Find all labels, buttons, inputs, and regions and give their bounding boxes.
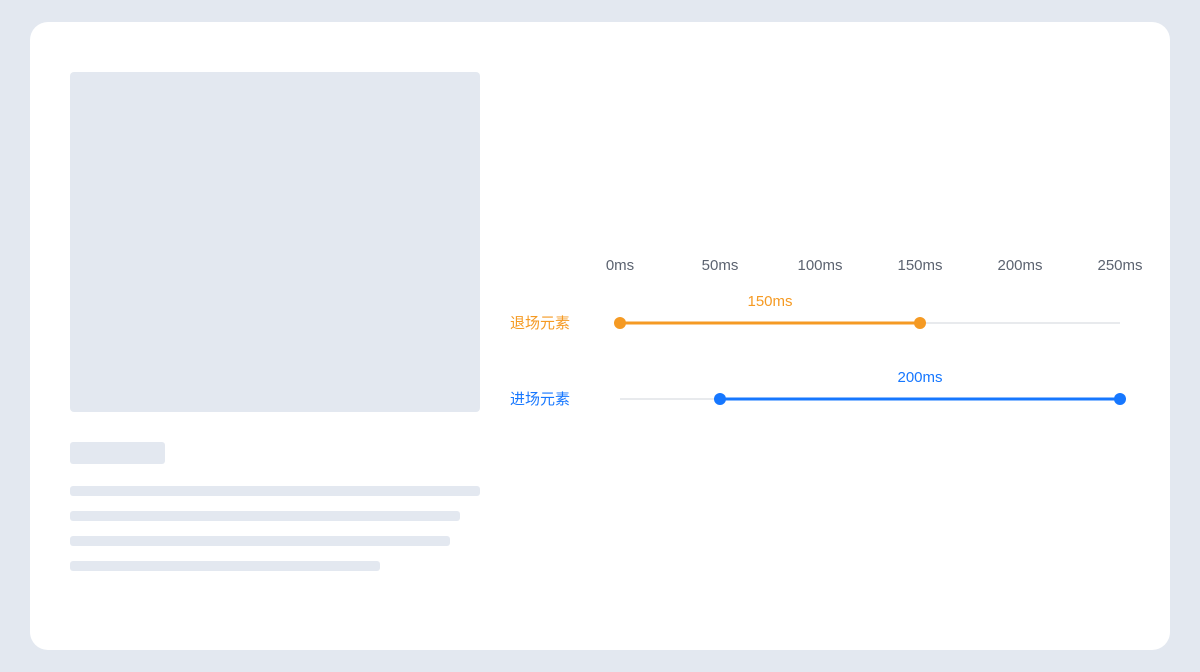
axis-tick: 0ms <box>606 257 634 274</box>
axis-tick: 50ms <box>702 257 739 274</box>
text-line-placeholder <box>70 536 450 546</box>
axis-tick: 100ms <box>797 257 842 274</box>
axis-tick: 150ms <box>897 257 942 274</box>
enter-duration-label: 200ms <box>897 369 942 386</box>
exit-end-dot <box>914 317 926 329</box>
enter-bar <box>720 397 1120 400</box>
diagram-card: 0ms 50ms 100ms 150ms 200ms 250ms 退场元素 15… <box>30 22 1170 650</box>
exit-start-dot <box>614 317 626 329</box>
title-placeholder <box>70 442 165 464</box>
row-label-enter: 进场元素 <box>510 388 620 409</box>
timeline-row-enter: 进场元素 200ms <box>510 388 1120 409</box>
text-line-placeholder <box>70 511 460 521</box>
timeline-track: 200ms <box>620 391 1120 407</box>
timeline-track: 150ms <box>620 315 1120 331</box>
timeline-pane: 0ms 50ms 100ms 150ms 200ms 250ms 退场元素 15… <box>490 22 1170 650</box>
text-placeholder-group <box>70 486 460 586</box>
exit-duration-label: 150ms <box>747 293 792 310</box>
row-label-exit: 退场元素 <box>510 312 620 333</box>
timeline-area: 0ms 50ms 100ms 150ms 200ms 250ms 退场元素 15… <box>510 257 1120 409</box>
enter-start-dot <box>714 393 726 405</box>
axis-tick: 200ms <box>997 257 1042 274</box>
left-mock-pane <box>30 22 490 650</box>
enter-end-dot <box>1114 393 1126 405</box>
exit-bar <box>620 321 920 324</box>
axis-tick: 250ms <box>1097 257 1142 274</box>
text-line-placeholder <box>70 561 380 571</box>
timeline-row-exit: 退场元素 150ms <box>510 312 1120 333</box>
image-placeholder <box>70 72 480 412</box>
text-line-placeholder <box>70 486 480 496</box>
